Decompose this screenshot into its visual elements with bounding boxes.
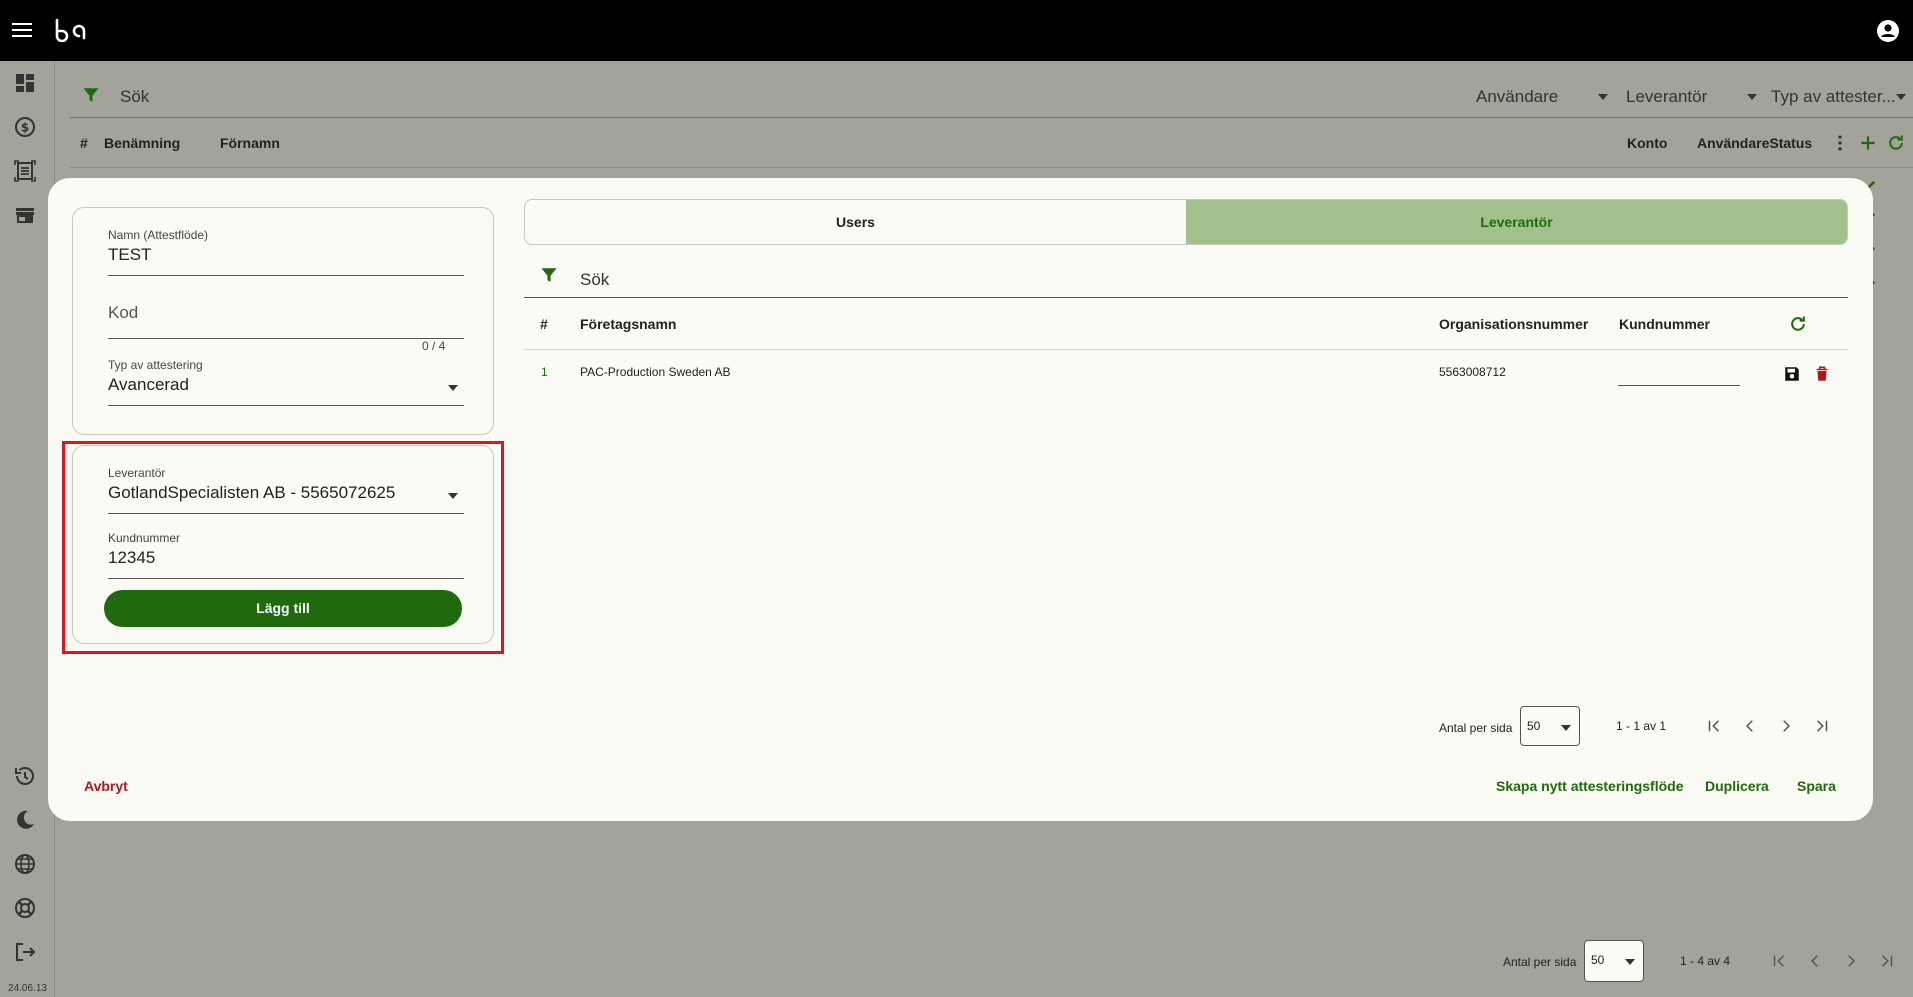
- background-filter-bar: Sök Användare Leverantör Typ av attester…: [70, 84, 1913, 118]
- side-rail: $ 24.06.13: [0, 61, 55, 997]
- hamburger-menu-icon[interactable]: [12, 19, 32, 41]
- tab-users[interactable]: Users: [525, 200, 1186, 244]
- previous-page-icon[interactable]: [1741, 717, 1759, 735]
- code-char-counter: 0 / 4: [422, 339, 446, 353]
- column-fornamn[interactable]: Förnamn: [220, 135, 280, 151]
- column-benamning[interactable]: Benämning: [104, 135, 180, 151]
- add-icon[interactable]: [1858, 133, 1878, 153]
- highlight-box: [62, 441, 504, 654]
- chevron-down-icon[interactable]: [1598, 94, 1608, 100]
- language-globe-icon[interactable]: [13, 852, 37, 876]
- table-row: 1 PAC-Production Sweden AB 5563008712: [524, 350, 1848, 396]
- last-page-icon[interactable]: [1878, 952, 1896, 970]
- column-customer-number[interactable]: Kundnummer: [1619, 316, 1710, 332]
- support-lifebuoy-icon[interactable]: [13, 896, 37, 920]
- supplier-filter-bar: Sök: [524, 262, 1848, 298]
- save-button[interactable]: Spara: [1797, 778, 1836, 794]
- code-field[interactable]: Kod: [108, 303, 464, 339]
- row-index: 1: [541, 365, 548, 379]
- chevron-down-icon[interactable]: [1747, 94, 1757, 100]
- previous-page-icon[interactable]: [1806, 952, 1824, 970]
- cancel-button[interactable]: Avbryt: [84, 778, 128, 794]
- background-search-input[interactable]: Sök: [120, 87, 149, 107]
- name-field[interactable]: Namn (Attestflöde) TEST: [108, 228, 464, 276]
- chevron-down-icon: [1561, 725, 1571, 731]
- attest-type-label: Typ av attestering: [108, 358, 203, 372]
- logout-icon[interactable]: [13, 940, 37, 964]
- background-table-header: # Benämning Förnamn Konto AnvändareStatu…: [70, 120, 1913, 168]
- column-org-number[interactable]: Organisationsnummer: [1439, 316, 1588, 332]
- page-size-value: 50: [1527, 719, 1541, 733]
- last-page-icon[interactable]: [1813, 717, 1831, 735]
- background-pagination: Antal per sida 50 1 - 4 av 4: [1480, 940, 1910, 982]
- filter-dropdown-supplier[interactable]: Leverantör: [1626, 87, 1707, 107]
- next-page-icon[interactable]: [1777, 717, 1795, 735]
- delete-icon[interactable]: [1813, 364, 1831, 384]
- page-size-label: Antal per sida: [1439, 721, 1513, 735]
- page-range: 1 - 4 av 4: [1680, 954, 1731, 968]
- filter-dropdown-users-label: Användare: [1476, 87, 1559, 106]
- svg-text:$: $: [21, 121, 29, 135]
- filter-icon[interactable]: [540, 266, 558, 284]
- page-size-select[interactable]: 50: [1520, 706, 1580, 746]
- page-size-value: 50: [1591, 953, 1605, 967]
- attest-flow-form-card: Namn (Attestflöde) TEST Kod 0 / 4 Typ av…: [72, 207, 494, 435]
- refresh-icon[interactable]: [1788, 314, 1808, 334]
- row-customer-number-input[interactable]: [1618, 362, 1740, 386]
- column-user-status[interactable]: AnvändareStatus: [1697, 135, 1812, 151]
- page-size-select[interactable]: 50: [1584, 940, 1644, 982]
- filter-dropdown-attest-type-label: Typ av attester...: [1771, 87, 1896, 106]
- filter-dropdown-attest-type[interactable]: Typ av attester...: [1771, 87, 1896, 107]
- column-hash: #: [540, 316, 548, 332]
- duplicate-button[interactable]: Duplicera: [1705, 778, 1769, 794]
- name-field-value: TEST: [108, 245, 152, 264]
- more-vert-icon[interactable]: [1830, 133, 1850, 153]
- top-app-bar: [0, 0, 1913, 61]
- document-scan-icon[interactable]: [13, 159, 37, 183]
- store-icon[interactable]: [13, 203, 37, 227]
- filter-icon[interactable]: [82, 86, 100, 104]
- column-hash: #: [80, 135, 88, 151]
- chevron-down-icon: [448, 385, 458, 391]
- attest-type-value: Avancerad: [108, 375, 189, 394]
- create-new-flow-button[interactable]: Skapa nytt attesteringsflöde: [1496, 778, 1684, 794]
- row-org-number: 5563008712: [1439, 365, 1506, 379]
- app-version: 24.06.13: [8, 983, 47, 994]
- history-icon[interactable]: [13, 764, 37, 788]
- attest-type-select[interactable]: Typ av attestering Avancerad: [108, 358, 464, 406]
- supplier-search-input[interactable]: Sök: [580, 270, 609, 290]
- filter-dropdown-supplier-label: Leverantör: [1626, 87, 1708, 106]
- dashboard-icon[interactable]: [13, 71, 37, 95]
- first-page-icon[interactable]: [1705, 717, 1723, 735]
- column-konto[interactable]: Konto: [1627, 135, 1667, 151]
- next-page-icon[interactable]: [1842, 952, 1860, 970]
- app-logo[interactable]: [54, 18, 88, 42]
- filter-dropdown-users[interactable]: Användare: [1476, 87, 1558, 107]
- refresh-icon[interactable]: [1886, 133, 1906, 153]
- tab-supplier[interactable]: Leverantör: [1186, 200, 1847, 244]
- dark-mode-moon-icon[interactable]: [13, 808, 37, 832]
- account-circle-icon[interactable]: [1876, 19, 1900, 43]
- supplier-table-header: # Företagsnamn Organisationsnummer Kundn…: [524, 300, 1848, 350]
- tab-bar: Users Leverantör: [524, 199, 1848, 245]
- chevron-down-icon: [1625, 959, 1635, 965]
- row-company-name: PAC-Production Sweden AB: [580, 365, 731, 379]
- save-icon[interactable]: [1783, 365, 1801, 383]
- name-field-label: Namn (Attestflöde): [108, 228, 209, 242]
- column-company-name[interactable]: Företagsnamn: [580, 316, 676, 332]
- currency-sync-icon[interactable]: $: [13, 115, 37, 139]
- code-field-placeholder: Kod: [108, 303, 139, 322]
- chevron-down-icon[interactable]: [1896, 94, 1906, 100]
- page-range: 1 - 1 av 1: [1616, 719, 1667, 733]
- first-page-icon[interactable]: [1770, 952, 1788, 970]
- page-size-label: Antal per sida: [1503, 955, 1577, 969]
